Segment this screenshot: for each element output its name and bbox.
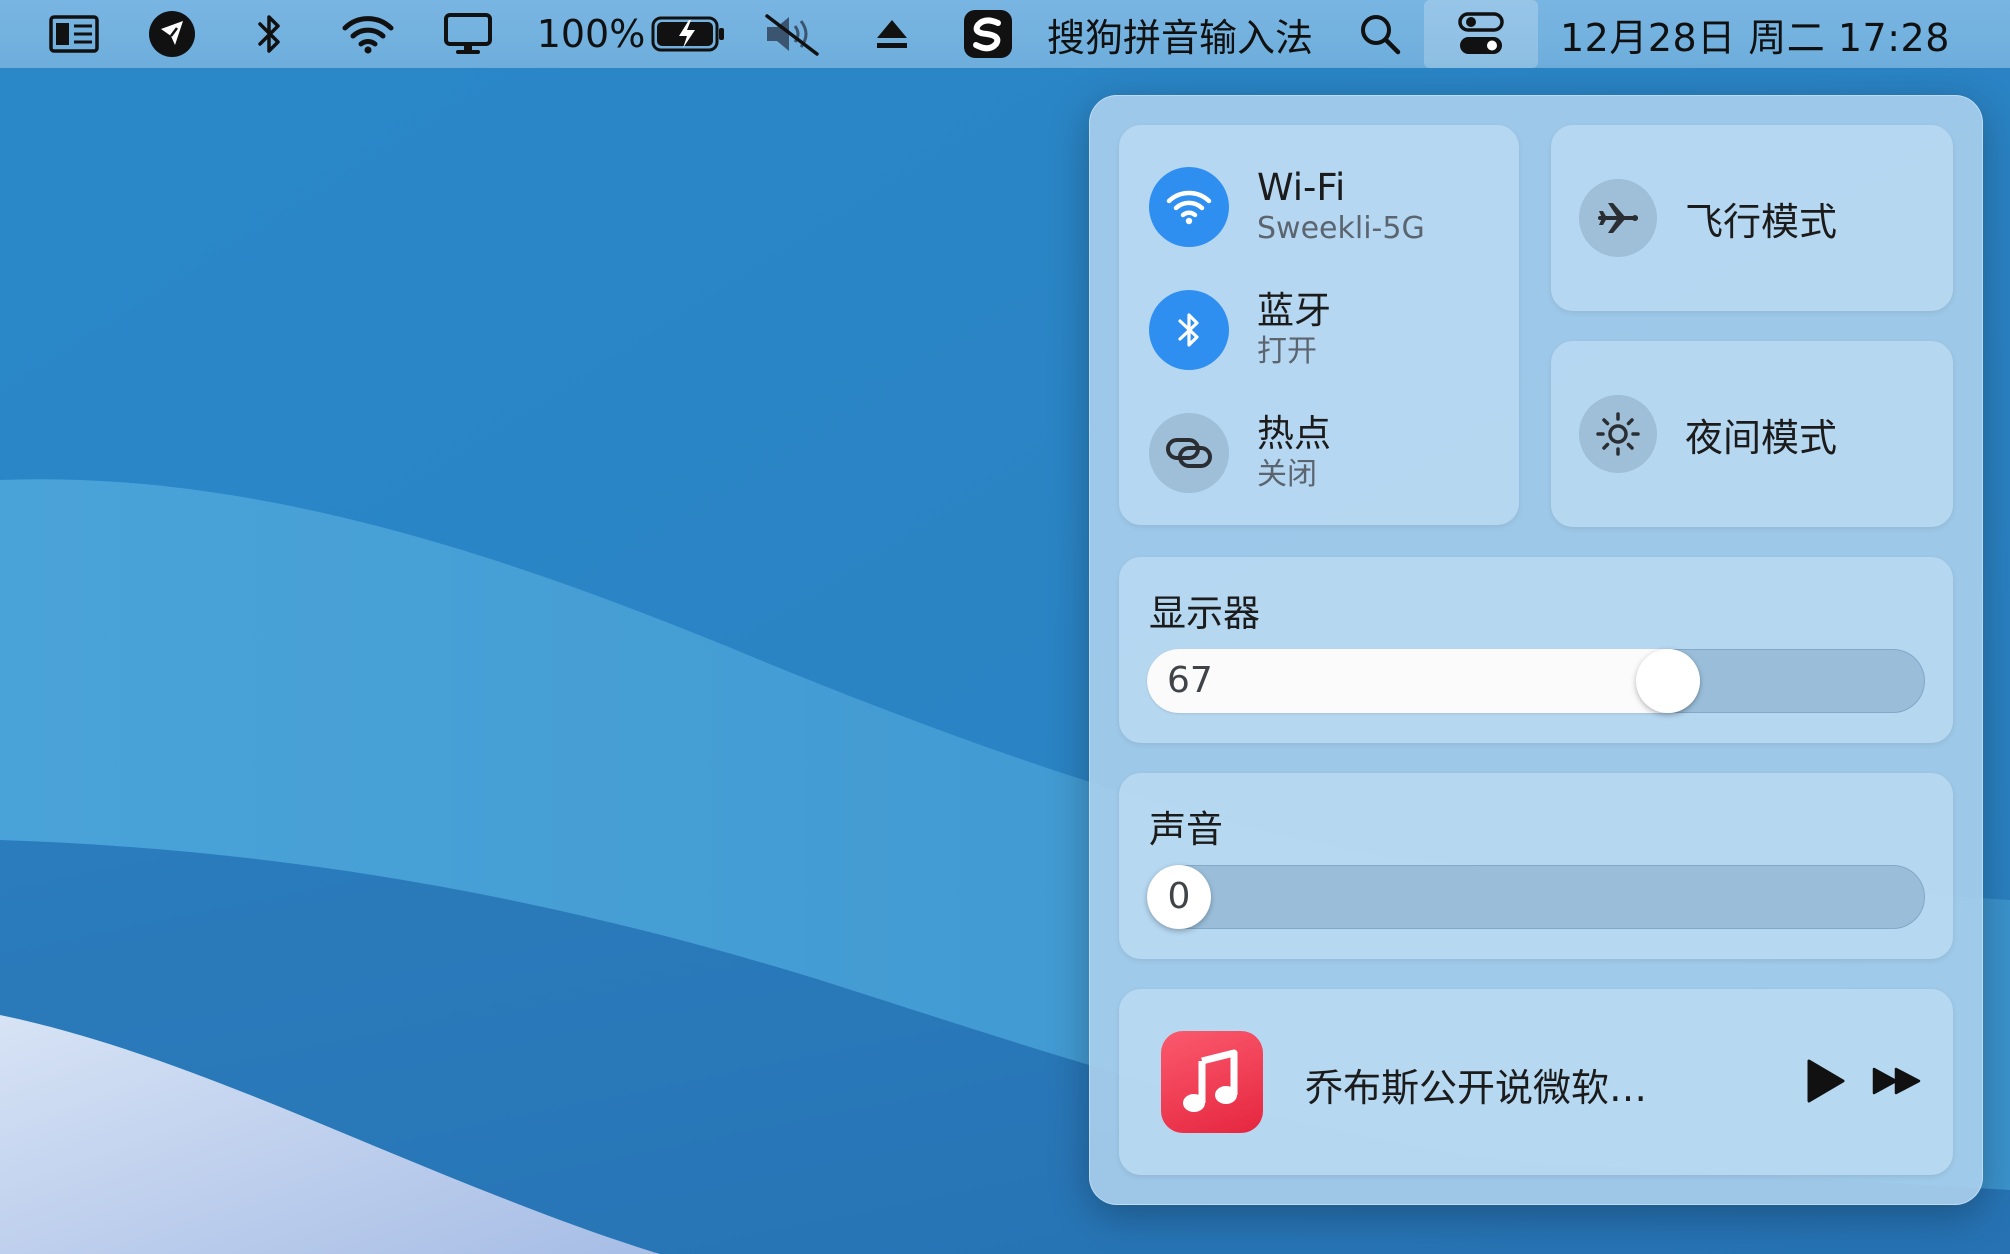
brightness-slider-fill bbox=[1147, 649, 1700, 713]
airplane-icon bbox=[1598, 203, 1638, 233]
hotspot-toggle-button[interactable] bbox=[1149, 413, 1229, 493]
sound-title: 声音 bbox=[1149, 808, 1223, 851]
hotspot-status: 关闭 bbox=[1257, 457, 1317, 492]
sogou-icon[interactable] bbox=[962, 0, 1014, 68]
wifi-icon bbox=[1166, 190, 1212, 225]
bluetooth-status: 打开 bbox=[1257, 334, 1317, 369]
reader-view-icon[interactable] bbox=[44, 0, 104, 68]
hotspot-title: 热点 bbox=[1257, 412, 1331, 455]
airplane-mode-label: 飞行模式 bbox=[1685, 199, 1838, 244]
brightness-value: 67 bbox=[1167, 660, 1213, 701]
connectivity-module: Wi-Fi Sweekli-5G 蓝牙 打开 热点 关闭 bbox=[1119, 125, 1519, 525]
night-mode-label: 夜间模式 bbox=[1685, 415, 1838, 460]
wifi-toggle-button[interactable] bbox=[1149, 167, 1229, 247]
display-icon[interactable] bbox=[440, 0, 496, 68]
volume-value: 0 bbox=[1167, 876, 1191, 917]
menubar-clock[interactable]: 12月28日 周二 17:28 bbox=[1560, 0, 1960, 68]
bluetooth-control[interactable]: 蓝牙 打开 bbox=[1149, 289, 1331, 371]
sound-module: 声音 0 bbox=[1119, 773, 1953, 959]
night-mode-tile[interactable]: 夜间模式 bbox=[1551, 341, 1953, 527]
brightness-slider[interactable]: 67 bbox=[1147, 649, 1925, 713]
wifi-control[interactable]: Wi-Fi Sweekli-5G bbox=[1149, 166, 1425, 248]
app-badge-icon[interactable] bbox=[145, 0, 199, 68]
input-method-name[interactable]: 搜狗拼音输入法 bbox=[1040, 0, 1320, 68]
hotspot-control[interactable]: 热点 关闭 bbox=[1149, 412, 1331, 494]
now-playing-module: 乔布斯公开说微软… bbox=[1119, 989, 1953, 1175]
display-title: 显示器 bbox=[1149, 592, 1260, 635]
menu-bar: 100% 搜狗拼音输入法 12月28日 周二 17:28 bbox=[0, 0, 2010, 68]
volume-muted-icon[interactable] bbox=[760, 0, 824, 68]
play-icon bbox=[1807, 1059, 1845, 1103]
battery-icon[interactable] bbox=[650, 0, 728, 68]
volume-slider[interactable]: 0 bbox=[1147, 865, 1925, 929]
now-playing-title: 乔布斯公开说微软… bbox=[1305, 1066, 1648, 1110]
airplane-mode-tile[interactable]: 飞行模式 bbox=[1551, 125, 1953, 311]
airplane-toggle-button[interactable] bbox=[1579, 179, 1657, 257]
bluetooth-icon[interactable] bbox=[250, 0, 290, 68]
bluetooth-toggle-button[interactable] bbox=[1149, 290, 1229, 370]
night-mode-toggle-button[interactable] bbox=[1579, 395, 1657, 473]
control-center-panel: Wi-Fi Sweekli-5G 蓝牙 打开 热点 关闭 飞行模式 夜间模式 显… bbox=[1089, 95, 1983, 1205]
play-button[interactable] bbox=[1803, 1055, 1847, 1107]
wifi-network-name: Sweekli-5G bbox=[1257, 211, 1425, 246]
hotspot-link-icon bbox=[1166, 438, 1212, 468]
control-center-icon[interactable] bbox=[1424, 0, 1538, 68]
brightness-slider-knob[interactable] bbox=[1636, 649, 1700, 713]
bluetooth-icon bbox=[1178, 313, 1199, 347]
battery-percent: 100% bbox=[536, 12, 646, 56]
bluetooth-title: 蓝牙 bbox=[1257, 289, 1331, 332]
fast-forward-button[interactable] bbox=[1871, 1055, 1923, 1107]
music-app-icon[interactable] bbox=[1161, 1031, 1263, 1133]
wifi-icon[interactable] bbox=[340, 0, 396, 68]
search-icon[interactable] bbox=[1356, 0, 1404, 68]
wifi-title: Wi-Fi bbox=[1257, 166, 1346, 209]
eject-icon[interactable] bbox=[872, 0, 912, 68]
sun-icon bbox=[1596, 412, 1640, 456]
fast-forward-icon bbox=[1872, 1067, 1921, 1095]
display-module: 显示器 67 bbox=[1119, 557, 1953, 743]
